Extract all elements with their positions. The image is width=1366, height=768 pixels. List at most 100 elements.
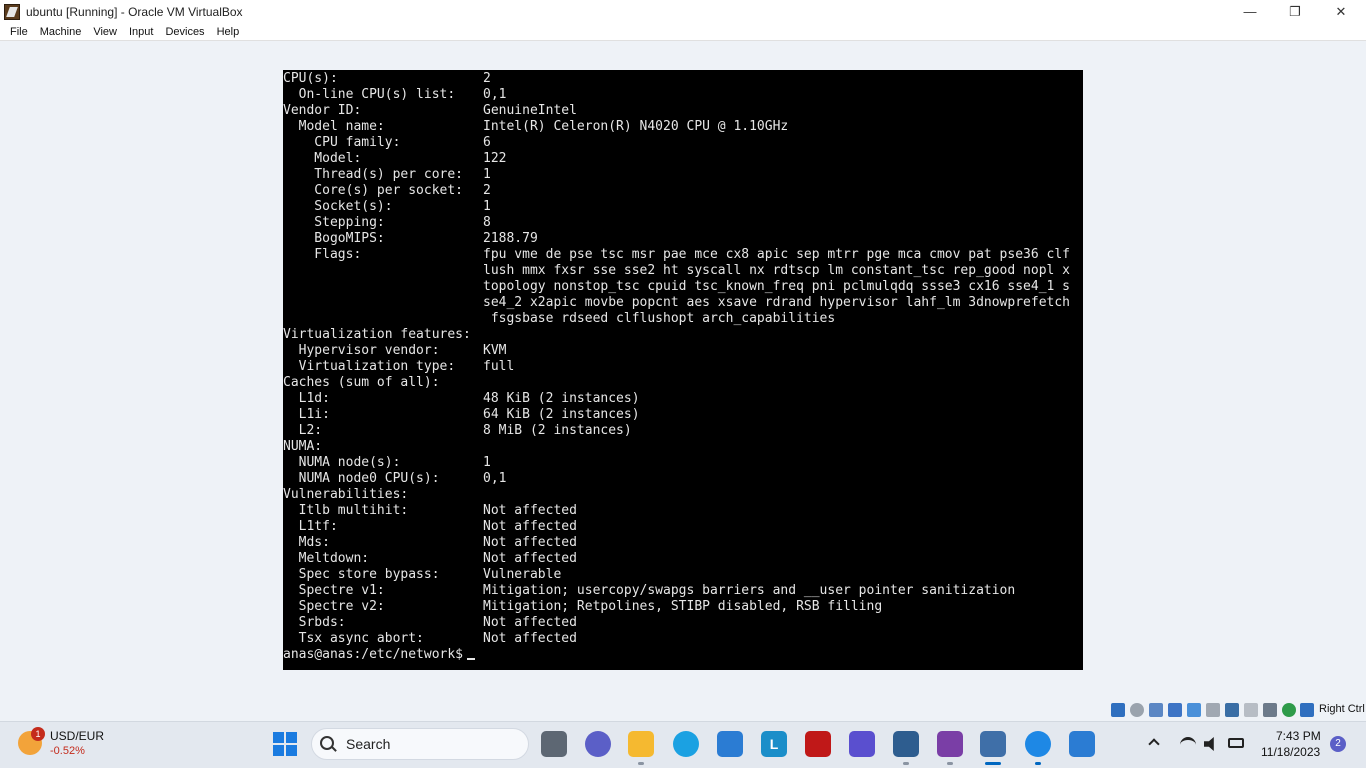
terminal-line-value: 1 [483, 455, 491, 470]
terminal-line-value: fsgsbase rdseed clflushopt arch_capabili… [483, 311, 836, 326]
terminal-line-label: Mds: [283, 535, 330, 550]
mouse-integration-icon[interactable] [1282, 703, 1296, 717]
windows-logo-icon [273, 732, 284, 743]
terminal-line-label: Srbds: [283, 615, 346, 630]
vm-terminal-screen[interactable]: CPU(s): 2 On-line CPU(s) list: 0,1 Vendor I… [283, 70, 1083, 670]
widget-change: -0.52% [50, 745, 85, 757]
terminal-line-label: Socket(s): [283, 199, 393, 214]
virtualbox-app-icon [4, 3, 20, 20]
photos-icon[interactable] [1069, 731, 1095, 757]
terminal-line-label: Flags: [283, 247, 362, 262]
terminal-line-label: L1i: [283, 407, 330, 422]
shared-folders-icon[interactable] [1206, 703, 1220, 717]
terminal-line-value: se4_2 x2apic movbe popcnt aes xsave rdra… [483, 295, 1070, 310]
task-view-icon[interactable] [541, 731, 567, 757]
app-purple-icon[interactable] [849, 731, 875, 757]
widget-title[interactable]: USD/EUR [50, 729, 104, 743]
terminal-line-label: Virtualization features: [283, 327, 471, 342]
terminal-line-label: NUMA node(s): [283, 455, 401, 470]
terminal-line-label: Thread(s) per core: [283, 167, 464, 182]
close-button[interactable]: ✕ [1318, 0, 1364, 23]
terminal-line-value: Not affected [483, 615, 577, 630]
clock-date[interactable]: 11/18/2023 [1261, 745, 1320, 759]
terminal-line-label: Stepping: [283, 215, 385, 230]
terminal-line-label: Spectre v1: [283, 583, 385, 598]
restore-button[interactable]: ❐ [1272, 0, 1318, 23]
terminal-line-value: 64 KiB (2 instances) [483, 407, 640, 422]
wifi-icon[interactable] [1180, 737, 1196, 749]
terminal-prompt[interactable]: anas@anas:/etc/network$ [283, 647, 476, 663]
optical-drive-icon[interactable] [1130, 703, 1144, 717]
terminal-line-value: GenuineIntel [483, 103, 577, 118]
terminal-line-label: Spec store bypass: [283, 567, 440, 582]
store-icon[interactable] [717, 731, 743, 757]
terminal-line-value: 8 MiB (2 instances) [483, 423, 632, 438]
network-icon[interactable] [1168, 703, 1182, 717]
video-capture-icon[interactable] [1244, 703, 1258, 717]
audio-icon[interactable] [1149, 703, 1163, 717]
app-blue-circle-icon[interactable] [1025, 731, 1051, 757]
menu-view[interactable]: View [87, 26, 123, 38]
menu-machine[interactable]: Machine [34, 26, 88, 38]
terminal-line-label: Hypervisor vendor: [283, 343, 440, 358]
terminal-line-label: Virtualization type: [283, 359, 456, 374]
terminal-line-value: Not affected [483, 535, 577, 550]
teams-icon[interactable] [585, 731, 611, 757]
terminal-line-label: BogoMIPS: [283, 231, 385, 246]
usb-icon[interactable] [1187, 703, 1201, 717]
virtualbox-vm-icon[interactable] [980, 731, 1006, 757]
window-titlebar[interactable]: ubuntu [Running] - Oracle VM VirtualBox … [0, 0, 1366, 23]
terminal-line-label: Spectre v2: [283, 599, 385, 614]
terminal-line-label: CPU(s): [283, 71, 338, 86]
terminal-line-value: Vulnerable [483, 567, 562, 582]
taskbar-search-box[interactable] [311, 728, 529, 760]
host-key-label: Right Ctrl [1319, 703, 1365, 715]
menu-input[interactable]: Input [123, 26, 159, 38]
terminal-line-value: Not affected [483, 631, 577, 646]
terminal-prompt-text: anas@anas:/etc/network$ [283, 647, 464, 662]
mcafee-icon[interactable] [805, 731, 831, 757]
terminal-line-value: 8 [483, 215, 491, 230]
menu-file[interactable]: File [4, 26, 34, 38]
terminal-line-value: Not affected [483, 519, 577, 534]
terminal-line-value: full [483, 359, 515, 374]
hard-disk-icon[interactable] [1111, 703, 1125, 717]
terminal-line-value: 0,1 [483, 471, 507, 486]
terminal-line-label: Vendor ID: [283, 103, 362, 118]
terminal-line-value: 2 [483, 183, 491, 198]
terminal-line-label: NUMA: [283, 439, 323, 454]
terminal-line-label: On-line CPU(s) list: [283, 87, 456, 102]
notification-badge[interactable]: 2 [1330, 736, 1346, 752]
terminal-line-label: Itlb multihit: [283, 503, 409, 518]
terminal-line-value: Not affected [483, 551, 577, 566]
cpu-icon[interactable] [1263, 703, 1277, 717]
terminal-line-label: Tsx async abort: [283, 631, 424, 646]
winrar-icon[interactable] [937, 731, 963, 757]
terminal-line-value: topology nonstop_tsc cpuid tsc_known_fre… [483, 279, 1070, 294]
terminal-line-value: lush mmx fxsr sse sse2 ht syscall nx rdt… [483, 263, 1070, 278]
minimize-button[interactable]: — [1227, 0, 1273, 23]
virtualbox-manager-icon[interactable] [893, 731, 919, 757]
terminal-line-label: Model name: [283, 119, 385, 134]
terminal-line-value: 2188.79 [483, 231, 538, 246]
file-explorer-icon[interactable] [628, 731, 654, 757]
terminal-line-label: Vulnerabilities: [283, 487, 409, 502]
display-icon[interactable] [1225, 703, 1239, 717]
terminal-line-label: Meltdown: [283, 551, 370, 566]
menu-bar: File Machine View Input Devices Help [0, 23, 1366, 41]
terminal-line-label: L1d: [283, 391, 330, 406]
menu-devices[interactable]: Devices [159, 26, 210, 38]
clock-time[interactable]: 7:43 PM [1276, 729, 1321, 743]
terminal-line-label: L2: [283, 423, 323, 438]
menu-help[interactable]: Help [211, 26, 246, 38]
libreoffice-icon[interactable]: L [761, 731, 787, 757]
edge-icon[interactable] [673, 731, 699, 757]
terminal-line-value: 122 [483, 151, 507, 166]
terminal-line-value: 0,1 [483, 87, 507, 102]
terminal-line-label: Core(s) per socket: [283, 183, 464, 198]
start-button[interactable] [273, 732, 297, 756]
terminal-line-value: 1 [483, 199, 491, 214]
keyboard-icon[interactable] [1300, 703, 1314, 717]
battery-icon[interactable] [1228, 738, 1244, 748]
search-label: Search [346, 736, 391, 752]
